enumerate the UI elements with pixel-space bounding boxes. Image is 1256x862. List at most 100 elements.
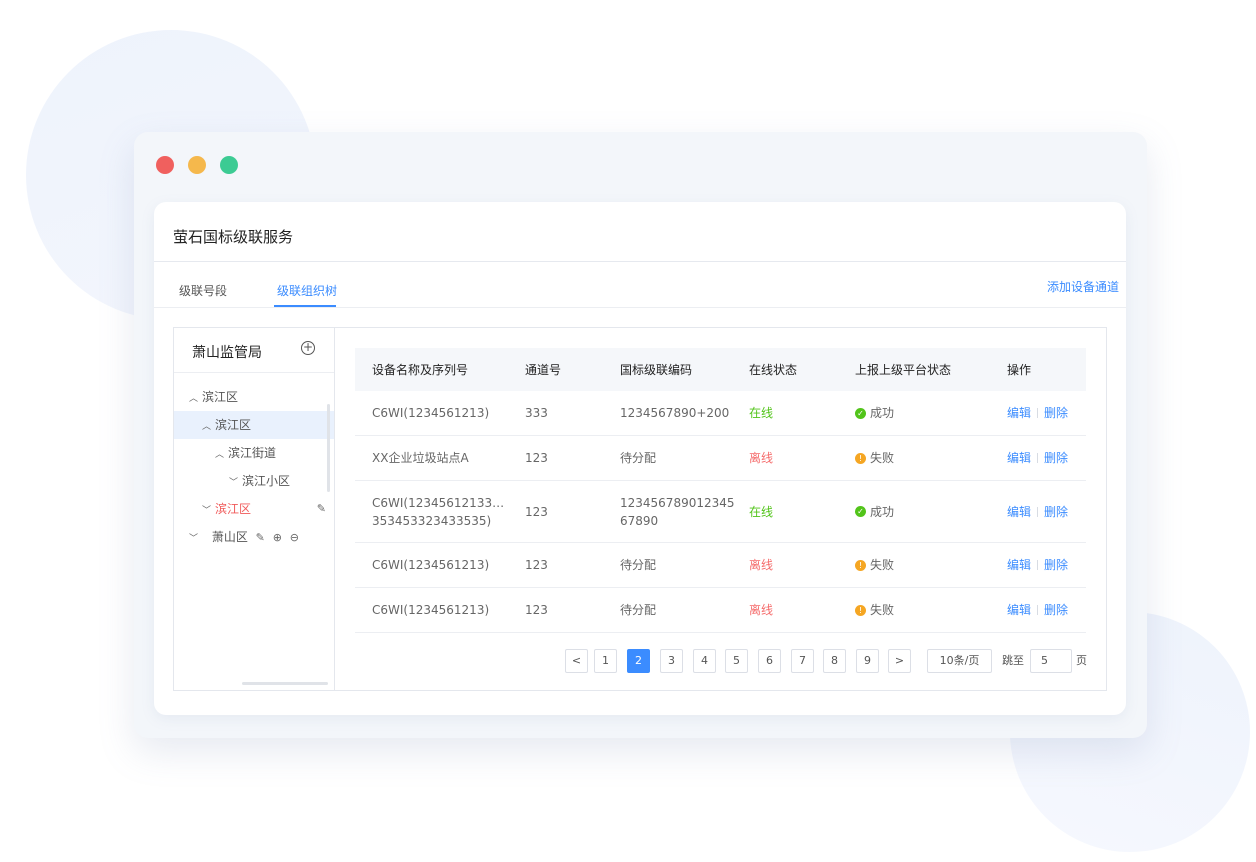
- channel-number: 123: [525, 603, 548, 617]
- page-button[interactable]: 6: [758, 649, 781, 673]
- page-button-current[interactable]: 2: [627, 649, 650, 673]
- tree-scrollbar[interactable]: [327, 404, 330, 492]
- chevron-up-icon: ︿: [189, 394, 199, 404]
- delete-button[interactable]: 删除: [1044, 601, 1068, 619]
- tree-node-label: 萧山区: [211, 530, 248, 544]
- row-actions: 编辑 删除: [1007, 391, 1087, 435]
- jump-page-input[interactable]: 5: [1030, 649, 1072, 673]
- add-channel-link[interactable]: 添加设备通道: [1047, 278, 1119, 295]
- pagination-bar: < 1 2 3 4 5 6 7 8 9 > 10条/页 跳至 5 页: [355, 649, 1087, 679]
- column-header: 操作: [1007, 362, 1032, 377]
- column-header: 通道号: [525, 362, 562, 377]
- channel-number: 123: [525, 451, 548, 465]
- channel-number: 123: [525, 558, 548, 572]
- page-suffix: 页: [1076, 654, 1087, 667]
- tree-node-label: 滨江街道: [228, 446, 277, 460]
- edit-icon[interactable]: ✎: [256, 524, 265, 552]
- cascade-code: 1234567890+200: [620, 406, 730, 420]
- device-name: C6WI(1234561213): [372, 558, 490, 572]
- page-size-select[interactable]: 10条/页: [927, 649, 992, 673]
- online-status: 离线: [749, 603, 774, 617]
- tree-node[interactable]: ﹀ 滨江区 ✎: [174, 495, 334, 523]
- app-window: 萤石国标级联服务 级联号段 级联组织树 添加设备通道 萧山监管局 + ︿ 滨江区 …: [134, 132, 1147, 738]
- column-header: 上报上级平台状态: [855, 362, 952, 377]
- table-row: C6WI(1234561213) 333 1234567890+200 在线 ✓…: [355, 391, 1086, 436]
- row-actions: 编辑 删除: [1007, 481, 1087, 542]
- prev-page-button[interactable]: <: [565, 649, 588, 673]
- device-name: C6WI(1234561213): [372, 603, 490, 617]
- page-button[interactable]: 1: [594, 649, 617, 673]
- report-status: ! 失败: [855, 588, 975, 632]
- tree-node[interactable]: ︿ 滨江区: [174, 383, 334, 411]
- page-button[interactable]: 7: [791, 649, 814, 673]
- tree-node[interactable]: ︿ 滨江区: [174, 411, 334, 439]
- success-icon: ✓: [855, 407, 866, 419]
- divider: [154, 261, 1126, 262]
- delete-button[interactable]: 删除: [1044, 404, 1068, 422]
- delete-button[interactable]: 删除: [1044, 503, 1068, 521]
- tab-cascade-segment[interactable]: 级联号段: [179, 282, 227, 299]
- divider: [154, 307, 1126, 308]
- row-actions: 编辑 删除: [1007, 588, 1087, 632]
- page-button[interactable]: 4: [693, 649, 716, 673]
- online-status: 离线: [749, 558, 774, 572]
- report-status: ! 失败: [855, 543, 975, 587]
- page-button[interactable]: 5: [725, 649, 748, 673]
- next-page-button[interactable]: >: [888, 649, 911, 673]
- column-header: 国标级联编码: [620, 362, 693, 377]
- edit-button[interactable]: 编辑: [1007, 503, 1031, 521]
- chevron-up-icon: ︿: [215, 450, 225, 460]
- online-status: 离线: [749, 451, 774, 465]
- table-row: C6WI(12345612133… 353453323433535) 123 12…: [355, 481, 1086, 543]
- tree-node[interactable]: ︿ 滨江街道: [174, 439, 334, 467]
- stage: 萤石国标级联服务 级联号段 级联组织树 添加设备通道 萧山监管局 + ︿ 滨江区 …: [0, 0, 1256, 862]
- column-header: 在线状态: [749, 362, 798, 377]
- cascade-code: 待分配: [620, 558, 657, 572]
- jump-label: 跳至: [1002, 654, 1024, 667]
- edit-button[interactable]: 编辑: [1007, 404, 1031, 422]
- table-row: C6WI(1234561213) 123 待分配 离线 ! 失败 编辑 删除: [355, 588, 1086, 633]
- tree-horizontal-scrollbar[interactable]: [242, 682, 328, 685]
- edit-button[interactable]: 编辑: [1007, 556, 1031, 574]
- minimize-window-button[interactable]: [188, 156, 206, 174]
- page-button[interactable]: 8: [823, 649, 846, 673]
- device-table: 设备名称及序列号 通道号 国标级联编码 在线状态 上报上级平台状态 操作 C6W…: [355, 348, 1087, 689]
- edit-icon[interactable]: ✎: [317, 495, 326, 523]
- column-header: 设备名称及序列号: [372, 362, 469, 377]
- cascade-code: 123456789012345 67890: [620, 495, 735, 528]
- table-header: 设备名称及序列号 通道号 国标级联编码 在线状态 上报上级平台状态 操作: [355, 348, 1086, 391]
- tab-cascade-org-tree[interactable]: 级联组织树: [277, 282, 337, 299]
- close-window-button[interactable]: [156, 156, 174, 174]
- delete-button[interactable]: 删除: [1044, 449, 1068, 467]
- maximize-window-button[interactable]: [220, 156, 238, 174]
- pagination: < 1 2 3 4 5 6 7 8 9 > 10条/页 跳至 5 页: [355, 649, 1087, 689]
- main-panel: 萤石国标级联服务 级联号段 级联组织树 添加设备通道 萧山监管局 + ︿ 滨江区 …: [154, 202, 1126, 715]
- table-row: XX企业垃圾站点A 123 待分配 离线 ! 失败 编辑 删除: [355, 436, 1086, 481]
- online-status: 在线: [749, 504, 774, 519]
- delete-button[interactable]: 删除: [1044, 556, 1068, 574]
- row-actions: 编辑 删除: [1007, 543, 1087, 587]
- edit-button[interactable]: 编辑: [1007, 449, 1031, 467]
- tree-node[interactable]: ﹀ 萧山区 ✎ ⊕ ⊖: [174, 523, 334, 551]
- cascade-code: 待分配: [620, 451, 657, 465]
- page-button[interactable]: 9: [856, 649, 879, 673]
- report-status: ✓ 成功: [855, 391, 975, 435]
- device-name: C6WI(1234561213): [372, 406, 490, 420]
- tree-node-label: 滨江区: [215, 418, 252, 432]
- report-status: ! 失败: [855, 436, 975, 480]
- add-circle-icon[interactable]: ⊕: [273, 524, 282, 552]
- remove-circle-icon[interactable]: ⊖: [290, 524, 299, 552]
- table-row: C6WI(1234561213) 123 待分配 离线 ! 失败 编辑 删除: [355, 543, 1086, 588]
- report-status: ✓ 成功: [855, 481, 975, 542]
- warning-icon: !: [855, 452, 866, 464]
- tree-title: 萧山监管局: [192, 345, 262, 361]
- edit-button[interactable]: 编辑: [1007, 601, 1031, 619]
- success-icon: ✓: [855, 506, 866, 517]
- tree-node-label: 滨江小区: [242, 474, 291, 488]
- tree-node[interactable]: ﹀ 滨江小区: [174, 467, 334, 495]
- add-node-icon[interactable]: +: [301, 341, 315, 355]
- page-button[interactable]: 3: [660, 649, 683, 673]
- chevron-up-icon: ︿: [202, 422, 212, 432]
- divider: [174, 372, 334, 373]
- cascade-code: 待分配: [620, 603, 657, 617]
